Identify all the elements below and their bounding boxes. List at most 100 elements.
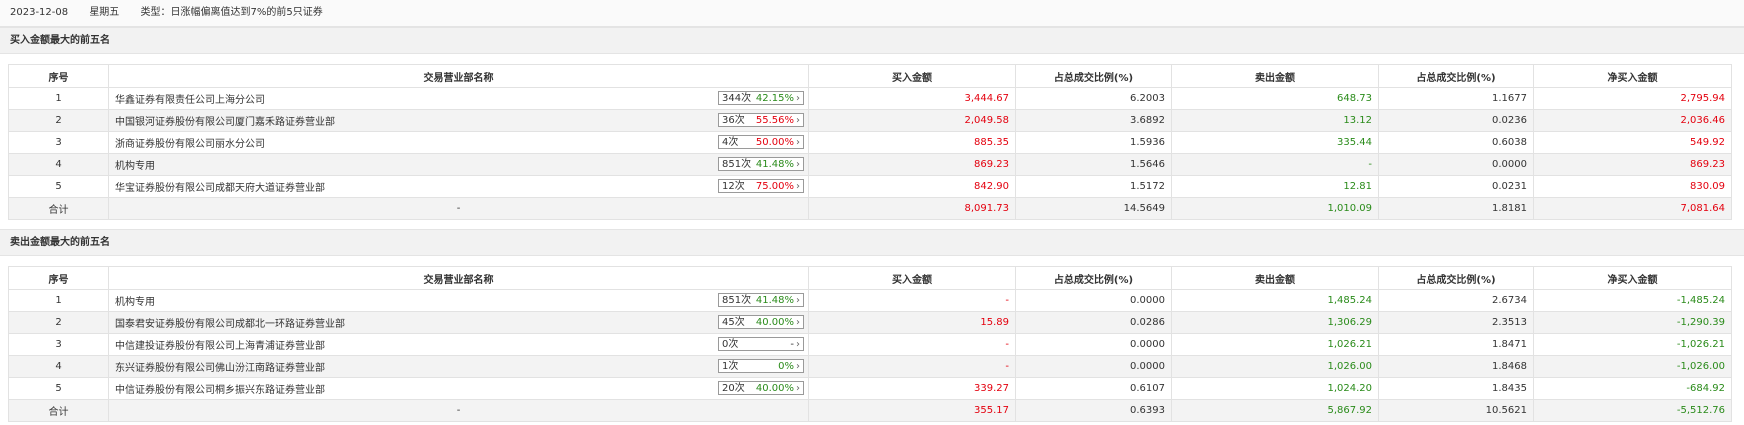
sell-amount: 1,306.29 — [1171, 311, 1379, 334]
broker-name[interactable]: 机构专用 — [115, 161, 155, 172]
col-sell-ratio: 占总成交比例(%) — [1378, 64, 1534, 88]
sell-ratio: 1.8435 — [1378, 377, 1534, 400]
win-rate: 42.15% — [755, 93, 794, 104]
buy-section-title: 买入金额最大的前五名 — [0, 27, 1744, 54]
top-bar: 2023-12-08 星期五 类型：日涨幅偏离值达到7%的前5只证券 — [0, 0, 1744, 27]
sell-ratio: 1.8471 — [1378, 333, 1534, 356]
broker-stats-badge[interactable]: 12次 › 75.00% — [718, 179, 804, 193]
sell-amount: 1,024.20 — [1171, 377, 1379, 400]
chevron-right-icon: › — [796, 93, 800, 104]
sell-amount: 648.73 — [1171, 87, 1379, 110]
buy-ratio: 3.6892 — [1015, 109, 1172, 132]
chevron-right-icon: › — [796, 181, 800, 192]
total-buy-amount: 8,091.73 — [808, 197, 1016, 220]
col-buy-ratio: 占总成交比例(%) — [1015, 266, 1172, 290]
broker-name-cell: 国泰君安证券股份有限公司成都北一环路证券营业部 45次 › 40.00% — [108, 311, 809, 334]
trade-count: 4次 — [722, 137, 739, 148]
broker-name-cell: 华宝证券股份有限公司成都天府大道证券营业部 12次 › 75.00% — [108, 175, 809, 198]
win-rate: 40.00% — [755, 317, 794, 328]
win-rate: 50.00% — [755, 137, 794, 148]
row-index: 1 — [8, 87, 109, 110]
buy-amount: 339.27 — [808, 377, 1016, 400]
col-sell-ratio: 占总成交比例(%) — [1378, 266, 1534, 290]
trade-count: 0次 — [722, 339, 739, 350]
weekday-label: 星期五 — [89, 7, 120, 18]
trade-count: 851次 — [722, 159, 752, 170]
row-index: 3 — [8, 333, 109, 356]
broker-stats-badge[interactable]: 0次 › - — [718, 337, 804, 351]
buy-ratio: 6.2003 — [1015, 87, 1172, 110]
col-buy-amount: 买入金额 — [808, 64, 1016, 88]
total-buy-ratio: 0.6393 — [1015, 399, 1172, 422]
trade-count: 12次 — [722, 181, 745, 192]
row-index: 2 — [8, 109, 109, 132]
chevron-right-icon: › — [796, 159, 800, 170]
broker-stats-badge[interactable]: 1次 › 0% — [718, 359, 804, 373]
buy-ratio: 0.0286 — [1015, 311, 1172, 334]
net-buy-amount: -684.92 — [1533, 377, 1732, 400]
sell-ratio: 1.8468 — [1378, 355, 1534, 378]
col-broker-name: 交易营业部名称 — [108, 64, 809, 88]
broker-name[interactable]: 国泰君安证券股份有限公司成都北一环路证券营业部 — [115, 319, 345, 330]
total-buy-ratio: 14.5649 — [1015, 197, 1172, 220]
trade-count: 1次 — [722, 361, 739, 372]
col-index: 序号 — [8, 64, 109, 88]
broker-name-cell: 东兴证券股份有限公司佛山汾江南路证券营业部 1次 › 0% — [108, 355, 809, 378]
broker-name[interactable]: 华鑫证券有限责任公司上海分公司 — [115, 95, 265, 106]
chevron-right-icon: › — [796, 383, 800, 394]
col-sell-amount: 卖出金额 — [1171, 64, 1379, 88]
sell-ratio: 0.0231 — [1378, 175, 1534, 198]
sell-ratio: 1.1677 — [1378, 87, 1534, 110]
win-rate: - — [790, 339, 794, 350]
broker-name[interactable]: 东兴证券股份有限公司佛山汾江南路证券营业部 — [115, 363, 325, 374]
chevron-right-icon: › — [796, 361, 800, 372]
total-name: - — [108, 399, 809, 422]
buy-ratio: 1.5936 — [1015, 131, 1172, 154]
total-label: 合计 — [8, 399, 109, 422]
broker-stats-badge[interactable]: 344次 › 42.15% — [718, 91, 804, 105]
total-row: 合计 -8,091.73 14.5649 1,010.09 1.8181 7,081.64 — [8, 197, 1732, 220]
sell-amount: 1,485.24 — [1171, 289, 1379, 312]
buy-amount: 842.90 — [808, 175, 1016, 198]
broker-stats-badge[interactable]: 851次 › 41.48% — [718, 157, 804, 171]
buy-top5-table: 序号 交易营业部名称 买入金额 占总成交比例(%) 卖出金额 占总成交比例(%)… — [8, 64, 1732, 220]
win-rate: 0% — [778, 361, 794, 372]
broker-stats-badge[interactable]: 20次 › 40.00% — [718, 381, 804, 395]
broker-name[interactable]: 中信建投证券股份有限公司上海青浦证券营业部 — [115, 341, 325, 352]
trade-count: 344次 — [722, 93, 752, 104]
net-buy-amount: 549.92 — [1533, 131, 1732, 154]
col-sell-amount: 卖出金额 — [1171, 266, 1379, 290]
broker-stats-badge[interactable]: 45次 › 40.00% — [718, 315, 804, 329]
chevron-right-icon: › — [796, 115, 800, 126]
win-rate: 41.48% — [755, 159, 794, 170]
chevron-right-icon: › — [796, 137, 800, 148]
date-label: 2023-12-08 — [10, 7, 69, 18]
sell-amount: - — [1171, 153, 1379, 176]
broker-stats-badge[interactable]: 851次 › 41.48% — [718, 293, 804, 307]
broker-stats-badge[interactable]: 4次 › 50.00% — [718, 135, 804, 149]
buy-table-header: 序号 交易营业部名称 买入金额 占总成交比例(%) 卖出金额 占总成交比例(%)… — [8, 64, 1732, 88]
net-buy-amount: 2,036.46 — [1533, 109, 1732, 132]
buy-amount: - — [808, 355, 1016, 378]
table-row: 1 华鑫证券有限责任公司上海分公司 344次 › 42.15% 3,444.67 6.200… — [8, 87, 1732, 110]
col-buy-amount: 买入金额 — [808, 266, 1016, 290]
win-rate: 41.48% — [755, 295, 794, 306]
table-row: 1 机构专用 851次 › 41.48% -0.0000 1,485.24 2.6734 -1,… — [8, 289, 1732, 312]
broker-stats-badge[interactable]: 36次 › 55.56% — [718, 113, 804, 127]
sell-section-title: 卖出金额最大的前五名 — [0, 229, 1744, 256]
broker-name[interactable]: 中国银河证券股份有限公司厦门嘉禾路证券营业部 — [115, 117, 335, 128]
broker-name[interactable]: 中信证券股份有限公司桐乡振兴东路证券营业部 — [115, 385, 325, 396]
trade-count: 20次 — [722, 383, 745, 394]
broker-name[interactable]: 机构专用 — [115, 297, 155, 308]
sell-ratio: 0.0236 — [1378, 109, 1534, 132]
table-row: 2 中国银河证券股份有限公司厦门嘉禾路证券营业部 36次 › 55.56% 2,049.5… — [8, 109, 1732, 132]
buy-amount: - — [808, 333, 1016, 356]
total-net-buy: -5,512.76 — [1533, 399, 1732, 422]
net-buy-amount: 830.09 — [1533, 175, 1732, 198]
total-label: 合计 — [8, 197, 109, 220]
broker-name[interactable]: 华宝证券股份有限公司成都天府大道证券营业部 — [115, 183, 325, 194]
buy-ratio: 1.5646 — [1015, 153, 1172, 176]
buy-ratio: 0.0000 — [1015, 333, 1172, 356]
broker-name[interactable]: 浙商证券股份有限公司丽水分公司 — [115, 139, 265, 150]
sell-top5-table: 序号 交易营业部名称 买入金额 占总成交比例(%) 卖出金额 占总成交比例(%)… — [8, 266, 1732, 422]
